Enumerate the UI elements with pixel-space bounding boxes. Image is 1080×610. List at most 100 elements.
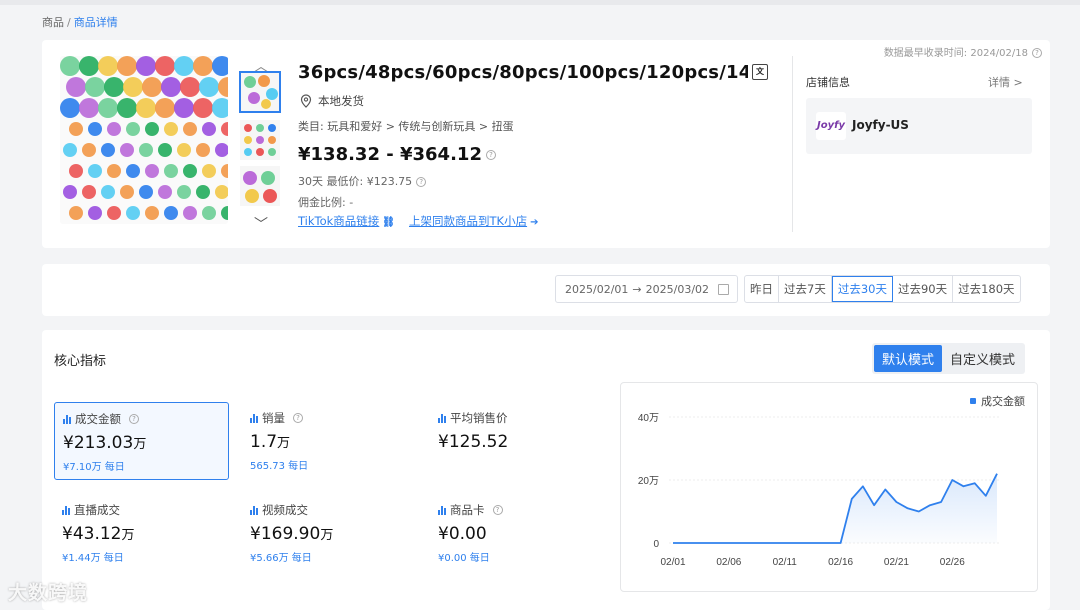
metric-3[interactable]: 直播成交 ¥43.12万 ¥1.44万 每日 — [54, 494, 229, 572]
thumbnail-2[interactable] — [240, 120, 280, 160]
toy-egg — [104, 77, 124, 97]
bar-chart-icon — [438, 505, 446, 515]
toy-egg — [183, 164, 197, 178]
period-1[interactable]: 过去7天 — [779, 276, 832, 302]
toy-egg — [66, 77, 86, 97]
help-icon[interactable]: ? — [492, 505, 503, 515]
custom-mode-button[interactable]: 自定义模式 — [942, 345, 1023, 372]
metric-2[interactable]: 平均销售价 ¥125.52 — [430, 402, 605, 480]
toy-egg — [98, 98, 118, 118]
breadcrumb-current: 商品详情 — [73, 16, 118, 29]
lowest-price: 30天 最低价: ¥123.75? — [298, 173, 427, 189]
help-icon[interactable]: ? — [416, 177, 427, 187]
metric-unit: 万 — [277, 436, 291, 451]
help-icon[interactable]: ? — [485, 150, 496, 160]
toy-egg — [139, 143, 153, 157]
toy-egg — [164, 164, 178, 178]
toy-egg — [126, 164, 140, 178]
metric-daily: ¥0.00 每日 — [438, 553, 490, 564]
mode-switch: 默认模式 自定义模式 — [872, 343, 1026, 374]
shop-card[interactable]: Joyfy Joyfy-US — [806, 98, 1032, 154]
metric-label: 视频成交 — [250, 502, 409, 518]
help-icon[interactable]: ? — [293, 413, 303, 423]
breadcrumb-root[interactable]: 商品 — [42, 16, 64, 29]
metric-label: 平均销售价 — [438, 410, 597, 426]
period-0[interactable]: 昨日 — [745, 276, 779, 302]
toy-egg — [82, 143, 96, 157]
help-icon[interactable]: ? — [1032, 48, 1042, 58]
metric-value: ¥213.03万 — [63, 433, 220, 453]
period-4[interactable]: 过去180天 — [953, 276, 1019, 302]
date-start: 2025/02/01 — [565, 282, 629, 296]
x-tick-label: 02/26 — [940, 557, 965, 568]
x-tick-label: 02/06 — [716, 557, 741, 568]
default-mode-button[interactable]: 默认模式 — [874, 345, 943, 372]
bar-chart-icon — [250, 413, 258, 423]
toy-egg — [120, 143, 134, 157]
toy-egg — [164, 122, 178, 136]
toy-egg — [69, 206, 83, 220]
toy-egg — [120, 185, 134, 199]
shipping-text: 本地发货 — [318, 94, 364, 108]
metric-label-text: 平均销售价 — [450, 411, 508, 425]
toy-egg — [107, 122, 121, 136]
metric-value-number: ¥125.52 — [438, 432, 509, 452]
tiktok-link[interactable]: TikTok商品链接 — [298, 214, 379, 228]
date-end: 2025/03/02 — [645, 282, 710, 296]
toy-egg — [88, 164, 102, 178]
period-2[interactable]: 过去30天 — [831, 276, 893, 302]
metric-label-text: 商品卡 — [450, 503, 485, 517]
metric-value: ¥169.90万 — [250, 524, 409, 544]
period-selector: 昨日 过去7天 过去30天 过去90天 过去180天 — [744, 275, 1021, 303]
gmv-trend-chart: 成交金额 0 20万 40万 02/01 02/06 02/11 02/16 02/21 02/… — [620, 382, 1038, 592]
metric-5[interactable]: 商品卡? ¥0.00 ¥0.00 每日 — [430, 494, 605, 572]
shop-detail-link[interactable]: 详情 > — [988, 74, 1023, 90]
metric-label: 销量? — [250, 410, 409, 426]
toy-egg — [88, 206, 102, 220]
toy-egg — [177, 185, 191, 199]
list-same-product-link[interactable]: 上架同款商品到TK小店 — [409, 214, 527, 228]
breadcrumb-separator: / — [67, 16, 71, 29]
y-tick-label: 20万 — [638, 476, 659, 487]
metric-daily: 565.73 每日 — [250, 461, 309, 472]
toy-egg — [107, 206, 121, 220]
toy-egg — [139, 185, 153, 199]
shop-info-label: 店铺信息 — [806, 76, 850, 89]
core-metrics-title: 核心指标 — [54, 354, 107, 369]
toy-egg — [145, 122, 159, 136]
metric-unit: 万 — [320, 528, 334, 543]
thumbnail-1[interactable] — [239, 71, 281, 113]
metric-0[interactable]: 成交金额? ¥213.03万 ¥7.10万 每日 — [54, 402, 229, 480]
shop-name[interactable]: Joyfy-US — [852, 118, 909, 132]
toy-egg — [98, 56, 118, 76]
toy-egg — [193, 56, 213, 76]
toy-egg — [145, 206, 159, 220]
metric-1[interactable]: 销量? 1.7万 565.73 每日 — [242, 402, 417, 480]
toy-egg — [145, 164, 159, 178]
divider — [792, 56, 793, 232]
metric-daily: ¥1.44万 每日 — [62, 553, 124, 564]
translate-icon[interactable]: 文 — [752, 64, 768, 80]
metric-4[interactable]: 视频成交 ¥169.90万 ¥5.66万 每日 — [242, 494, 417, 572]
toy-egg — [174, 98, 194, 118]
metric-value-number: ¥0.00 — [438, 524, 487, 544]
toy-egg — [183, 122, 197, 136]
toy-egg — [158, 185, 172, 199]
shipping-info: 本地发货 — [300, 93, 364, 109]
toy-egg — [117, 56, 137, 76]
metric-label: 直播成交 — [62, 502, 221, 518]
thumbnail-down-arrow-icon[interactable]: ﹀ — [254, 214, 268, 234]
bar-chart-icon — [62, 505, 70, 515]
metric-label-text: 销量 — [262, 411, 285, 425]
bar-chart-icon — [250, 505, 258, 515]
x-tick-label: 02/01 — [660, 557, 685, 568]
date-range-picker[interactable]: 2025/02/01 → 2025/03/02 — [555, 275, 738, 303]
top-border — [0, 0, 1080, 5]
price-text: ¥138.32 - ¥364.12 — [298, 144, 482, 165]
date-filter-card: 2025/02/01 → 2025/03/02 昨日 过去7天 过去30天 过去90天… — [42, 264, 1050, 316]
thumbnail-3[interactable] — [240, 166, 280, 206]
period-3[interactable]: 过去90天 — [893, 276, 954, 302]
help-icon[interactable]: ? — [129, 414, 139, 424]
chart-svg: 0 20万 40万 02/01 02/06 02/11 02/16 02/21 02/26 — [638, 413, 1001, 568]
product-card: ︿ ﹀ 36pcs/48pcs/60pcs/80pcs/100pcs/120pc… — [42, 40, 1050, 248]
